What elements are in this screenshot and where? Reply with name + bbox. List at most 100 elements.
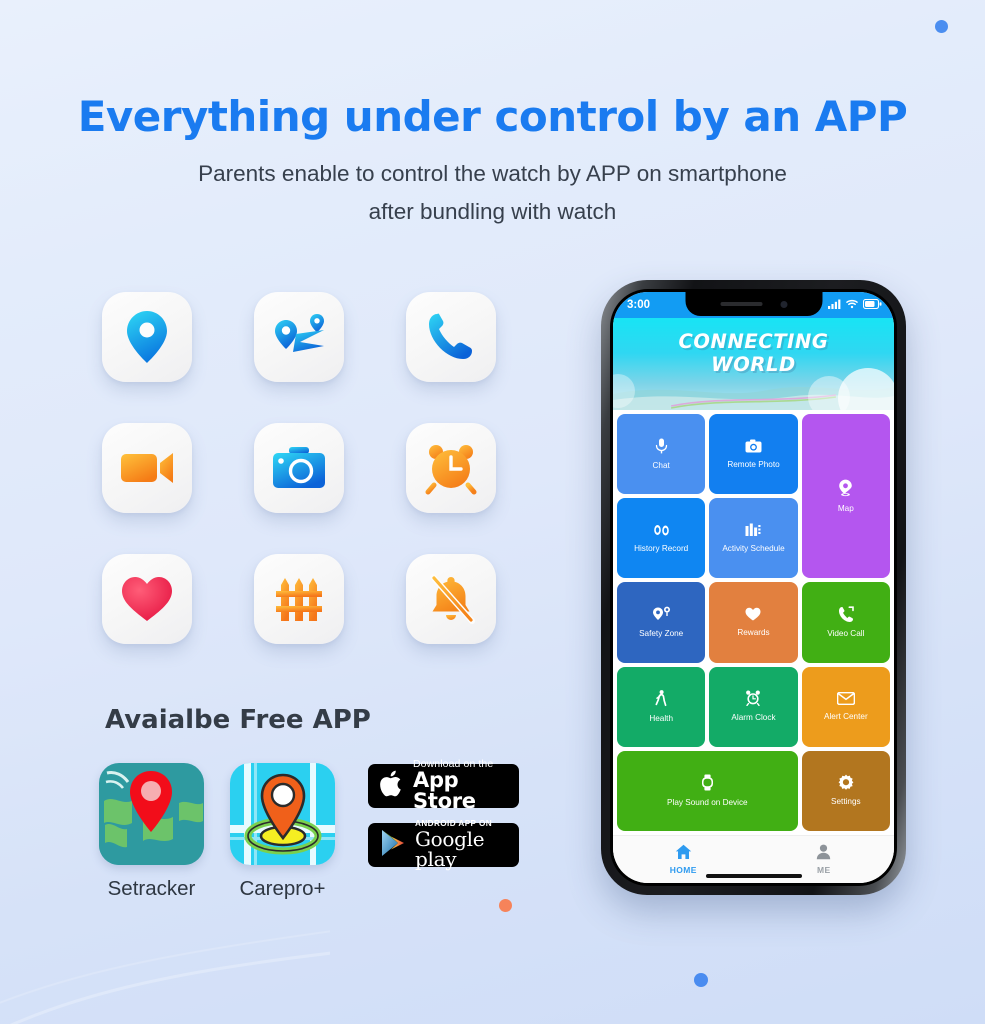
home-indicator [705, 874, 802, 878]
setracker-caption: Setracker [107, 877, 196, 900]
tile-alarm-clock[interactable]: Alarm Clock [709, 666, 798, 747]
app-store-badge-big: App Store [413, 767, 476, 814]
tile-alert-center[interactable]: Alert Center [801, 666, 890, 747]
phone-call-icon [838, 606, 854, 625]
smartwatch-icon [701, 774, 714, 794]
banner-cloud-2 [808, 376, 850, 410]
banner-title-line1: CONNECTING [678, 330, 829, 353]
google-play-badge[interactable]: ANDROID APP ON Google play [368, 820, 519, 872]
home-icon [675, 844, 692, 862]
wifi-icon [846, 299, 858, 312]
bell-off-icon [425, 573, 477, 625]
phone-screen: 3:00 CONNECTING WORLD Chat Remote Photo … [613, 292, 894, 883]
walking-icon [655, 689, 667, 710]
fence-icon [273, 573, 325, 625]
tile-label: Map [837, 503, 854, 513]
play-triangle-icon [379, 828, 407, 863]
tile-health[interactable]: Health [617, 666, 706, 747]
tile-play-sound[interactable]: Play Sound on Device [617, 750, 798, 831]
store-app-carepro[interactable]: Carepro+ [230, 763, 335, 901]
page-title: Everything under control by an APP [77, 92, 908, 141]
app-banner: CONNECTING WORLD [613, 318, 894, 410]
tile-settings[interactable]: Settings [801, 750, 890, 831]
alarm-clock-icon [424, 441, 478, 495]
setracker-app-icon [99, 763, 204, 865]
decorative-dot-middle [499, 899, 512, 912]
tile-history-record[interactable]: History Record [617, 498, 706, 579]
apple-icon [379, 769, 405, 804]
app-store-badge[interactable]: Download on the App Store [368, 759, 519, 812]
app-store-badge-text: Download on the App Store [413, 759, 519, 813]
google-play-badge-text: ANDROID APP ON Google play [415, 820, 519, 872]
map-pin-icon [838, 479, 853, 500]
tile-rewards[interactable]: Rewards [709, 582, 798, 663]
tile-label: Safety Zone [639, 628, 684, 638]
feature-tile-health[interactable] [102, 554, 192, 644]
envelope-icon [836, 691, 855, 708]
tile-label: Activity Schedule [722, 543, 785, 553]
phone-mockup: 3:00 CONNECTING WORLD Chat Remote Photo … [601, 280, 906, 895]
route-map-icon [270, 312, 328, 362]
tile-label: Video Call [827, 628, 865, 638]
tile-label: Chat [652, 460, 670, 470]
camera-icon [271, 445, 327, 491]
available-app-title: Avaialbe Free APP [105, 705, 371, 735]
status-bar-indicators [828, 298, 882, 312]
decorative-dot-bottom [694, 973, 708, 987]
feature-icon-grid [102, 292, 496, 644]
tile-activity-schedule[interactable]: Activity Schedule [709, 498, 798, 579]
status-bar-time: 3:00 [627, 299, 651, 311]
video-camera-icon [119, 448, 175, 488]
google-play-badge-big: Google play [415, 826, 485, 872]
nav-label: ME [816, 865, 831, 875]
tile-label: Health [649, 713, 673, 723]
banner-title: CONNECTING WORLD [678, 330, 828, 376]
tile-safety-zone[interactable]: Safety Zone [617, 582, 706, 663]
phone-notch [685, 292, 822, 316]
tile-remote-photo[interactable]: Remote Photo [709, 414, 798, 495]
tile-chat[interactable]: Chat [617, 414, 706, 495]
feature-tile-phone[interactable] [406, 292, 496, 382]
chart-bars-icon [745, 523, 761, 540]
phone-call-icon [425, 311, 477, 363]
alarm-clock-icon [745, 690, 761, 709]
banner-title-line2: WORLD [711, 353, 796, 376]
front-camera-icon [780, 300, 787, 308]
tile-label: Play Sound on Device [667, 797, 748, 807]
location-pin-icon [123, 310, 171, 364]
background-swoosh [0, 930, 330, 1024]
gear-icon [838, 774, 854, 793]
feature-tile-silent[interactable] [406, 554, 496, 644]
store-app-setracker[interactable]: Setracker [99, 763, 204, 901]
tile-label: History Record [634, 543, 689, 553]
phone-bezel: 3:00 CONNECTING WORLD Chat Remote Photo … [610, 289, 897, 886]
tile-label: Alert Center [823, 711, 868, 721]
page-subtitle-line1: Parents enable to control the watch by A… [198, 161, 787, 186]
feature-tile-video[interactable] [102, 423, 192, 513]
camera-icon [745, 439, 762, 456]
tile-video-call[interactable]: Video Call [801, 582, 890, 663]
app-tile-grid: Chat Remote Photo Map History Record Act… [613, 410, 894, 835]
battery-icon [862, 298, 882, 312]
feature-tile-camera[interactable] [254, 423, 344, 513]
feature-tile-route[interactable] [254, 292, 344, 382]
footprints-icon [653, 523, 670, 540]
page-subtitle-line2: after bundling with watch [368, 199, 617, 224]
feature-tile-alarm[interactable] [406, 423, 496, 513]
tile-label: Remote Photo [727, 459, 780, 469]
tile-label: Settings [831, 797, 861, 807]
tile-label: Alarm Clock [731, 713, 776, 723]
decorative-dot-top-right [935, 20, 948, 33]
feature-tile-location[interactable] [102, 292, 192, 382]
heart-icon [745, 607, 761, 624]
carepro-app-icon [230, 763, 335, 865]
microphone-icon [655, 438, 668, 457]
feature-tile-fence[interactable] [254, 554, 344, 644]
geofence-pin-icon [652, 606, 671, 625]
nav-label: HOME [669, 865, 697, 875]
tile-map[interactable]: Map [801, 414, 890, 579]
signal-icon [828, 299, 841, 312]
tile-label: Rewards [737, 627, 770, 637]
bottom-navigation: HOME ME [613, 835, 894, 883]
heart-icon [120, 575, 174, 623]
